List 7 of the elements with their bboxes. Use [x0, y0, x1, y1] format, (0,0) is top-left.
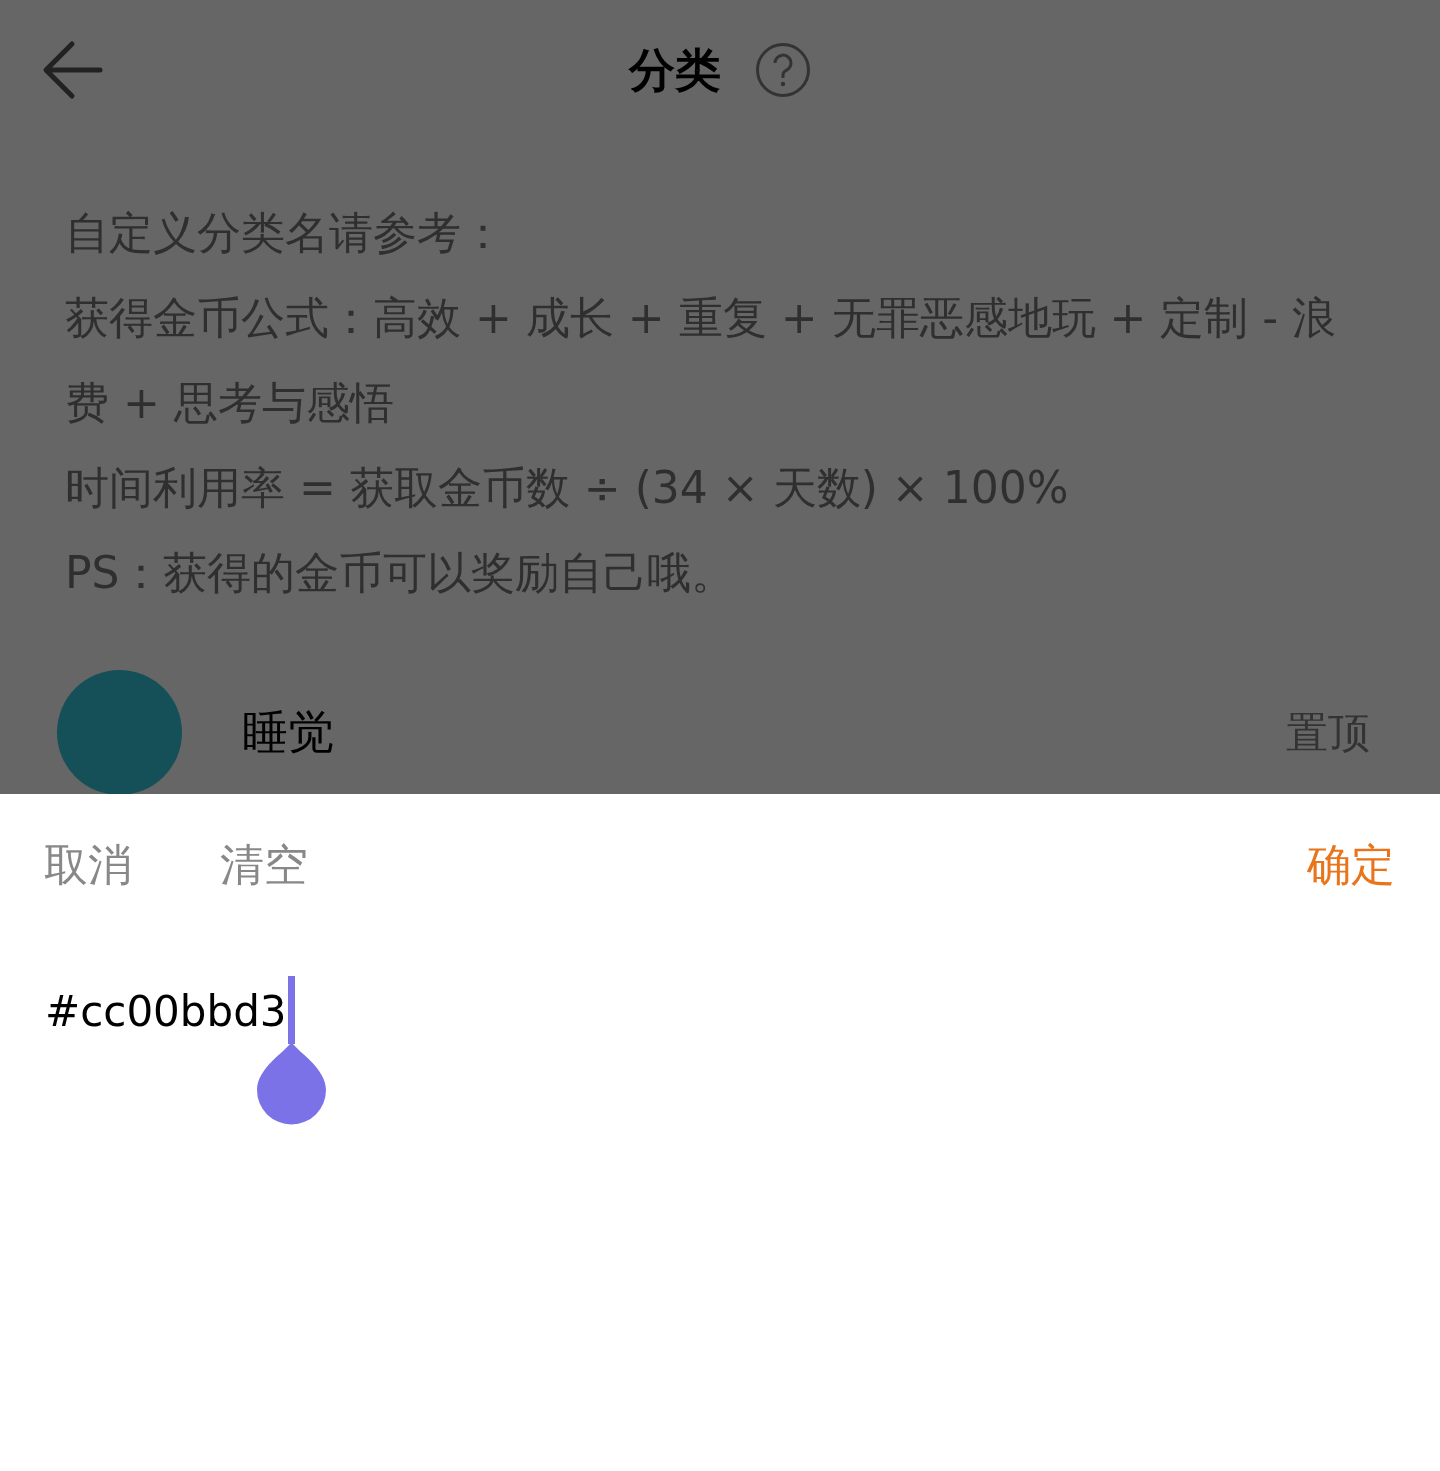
- confirm-button[interactable]: 确定: [1307, 832, 1395, 898]
- action-button[interactable]: 取消: [44, 832, 132, 898]
- page-title: 分类: [629, 41, 721, 99]
- input-field[interactable]: #cc00bbd3: [45, 982, 1395, 1138]
- category-name: 睡觉: [242, 703, 334, 761]
- action-button[interactable]: 清空: [220, 832, 308, 898]
- help-icon[interactable]: [755, 42, 811, 98]
